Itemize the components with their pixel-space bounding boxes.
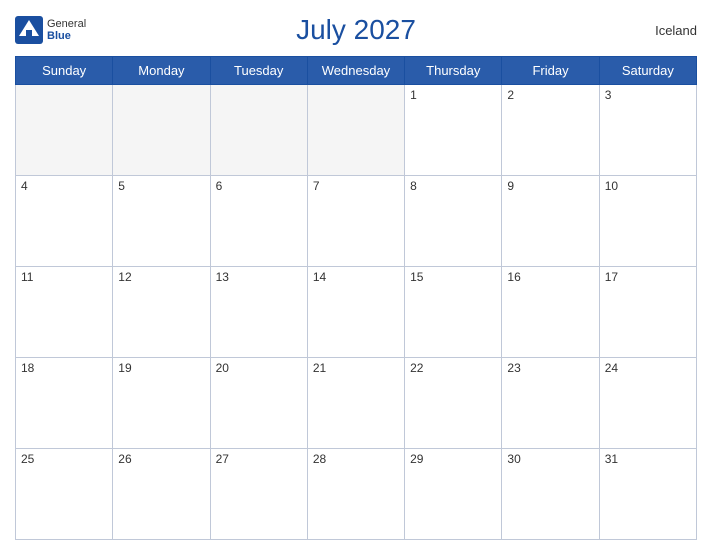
calendar-day-cell: 5 bbox=[113, 176, 210, 267]
calendar-day-cell: 10 bbox=[599, 176, 696, 267]
logo-blue-text: Blue bbox=[47, 30, 86, 42]
calendar-day-cell: 2 bbox=[502, 85, 599, 176]
calendar-day-cell: 27 bbox=[210, 449, 307, 540]
calendar-day-cell: 17 bbox=[599, 267, 696, 358]
calendar-header: General Blue July 2027 Iceland bbox=[15, 10, 697, 50]
day-number: 15 bbox=[410, 270, 423, 284]
day-number: 14 bbox=[313, 270, 326, 284]
calendar-day-cell bbox=[307, 85, 404, 176]
logo-icon bbox=[15, 16, 43, 44]
day-number: 4 bbox=[21, 179, 28, 193]
weekday-header-tuesday: Tuesday bbox=[210, 57, 307, 85]
calendar-day-cell: 25 bbox=[16, 449, 113, 540]
calendar-day-cell: 18 bbox=[16, 358, 113, 449]
country-label: Iceland bbox=[655, 23, 697, 38]
calendar-day-cell: 4 bbox=[16, 176, 113, 267]
logo-general-text: General bbox=[47, 18, 86, 30]
day-number: 8 bbox=[410, 179, 417, 193]
weekday-header-monday: Monday bbox=[113, 57, 210, 85]
day-number: 21 bbox=[313, 361, 326, 375]
day-number: 13 bbox=[216, 270, 229, 284]
day-number: 9 bbox=[507, 179, 514, 193]
calendar-day-cell: 13 bbox=[210, 267, 307, 358]
calendar-day-cell bbox=[113, 85, 210, 176]
day-number: 20 bbox=[216, 361, 229, 375]
day-number: 12 bbox=[118, 270, 131, 284]
calendar-week-row: 11 12 13 14 15 16 17 bbox=[16, 267, 697, 358]
calendar-week-row: 25 26 27 28 29 30 31 bbox=[16, 449, 697, 540]
calendar-day-cell: 8 bbox=[405, 176, 502, 267]
calendar-day-cell: 12 bbox=[113, 267, 210, 358]
calendar-day-cell: 3 bbox=[599, 85, 696, 176]
day-number: 11 bbox=[21, 270, 33, 284]
day-number: 28 bbox=[313, 452, 326, 466]
calendar-day-cell: 6 bbox=[210, 176, 307, 267]
day-number: 7 bbox=[313, 179, 320, 193]
weekday-header-saturday: Saturday bbox=[599, 57, 696, 85]
day-number: 23 bbox=[507, 361, 520, 375]
calendar-day-cell: 30 bbox=[502, 449, 599, 540]
calendar-table: SundayMondayTuesdayWednesdayThursdayFrid… bbox=[15, 56, 697, 540]
day-number: 18 bbox=[21, 361, 34, 375]
day-number: 2 bbox=[507, 88, 514, 102]
day-number: 30 bbox=[507, 452, 520, 466]
logo-text: General Blue bbox=[47, 18, 86, 42]
weekday-header-row: SundayMondayTuesdayWednesdayThursdayFrid… bbox=[16, 57, 697, 85]
weekday-header-wednesday: Wednesday bbox=[307, 57, 404, 85]
day-number: 26 bbox=[118, 452, 131, 466]
calendar-week-row: 4 5 6 7 8 9 10 bbox=[16, 176, 697, 267]
calendar-day-cell: 26 bbox=[113, 449, 210, 540]
calendar-day-cell: 19 bbox=[113, 358, 210, 449]
day-number: 1 bbox=[410, 88, 417, 102]
calendar-day-cell: 23 bbox=[502, 358, 599, 449]
day-number: 29 bbox=[410, 452, 423, 466]
calendar-day-cell: 14 bbox=[307, 267, 404, 358]
calendar-day-cell: 15 bbox=[405, 267, 502, 358]
weekday-header-sunday: Sunday bbox=[16, 57, 113, 85]
calendar-week-row: 1 2 3 bbox=[16, 85, 697, 176]
day-number: 27 bbox=[216, 452, 229, 466]
day-number: 24 bbox=[605, 361, 618, 375]
day-number: 10 bbox=[605, 179, 618, 193]
calendar-day-cell: 21 bbox=[307, 358, 404, 449]
calendar-day-cell: 11 bbox=[16, 267, 113, 358]
day-number: 16 bbox=[507, 270, 520, 284]
calendar-day-cell: 31 bbox=[599, 449, 696, 540]
day-number: 22 bbox=[410, 361, 423, 375]
day-number: 17 bbox=[605, 270, 618, 284]
calendar-day-cell bbox=[210, 85, 307, 176]
calendar-day-cell: 1 bbox=[405, 85, 502, 176]
calendar-day-cell: 24 bbox=[599, 358, 696, 449]
day-number: 19 bbox=[118, 361, 131, 375]
day-number: 5 bbox=[118, 179, 125, 193]
day-number: 25 bbox=[21, 452, 34, 466]
calendar-day-cell: 9 bbox=[502, 176, 599, 267]
weekday-header-friday: Friday bbox=[502, 57, 599, 85]
calendar-day-cell: 22 bbox=[405, 358, 502, 449]
calendar-day-cell: 20 bbox=[210, 358, 307, 449]
day-number: 3 bbox=[605, 88, 612, 102]
month-title: July 2027 bbox=[296, 14, 416, 46]
day-number: 31 bbox=[605, 452, 618, 466]
logo: General Blue bbox=[15, 16, 86, 44]
day-number: 6 bbox=[216, 179, 223, 193]
calendar-day-cell bbox=[16, 85, 113, 176]
weekday-header-thursday: Thursday bbox=[405, 57, 502, 85]
calendar-week-row: 18 19 20 21 22 23 24 bbox=[16, 358, 697, 449]
calendar-day-cell: 16 bbox=[502, 267, 599, 358]
calendar-day-cell: 29 bbox=[405, 449, 502, 540]
calendar-day-cell: 7 bbox=[307, 176, 404, 267]
calendar-day-cell: 28 bbox=[307, 449, 404, 540]
